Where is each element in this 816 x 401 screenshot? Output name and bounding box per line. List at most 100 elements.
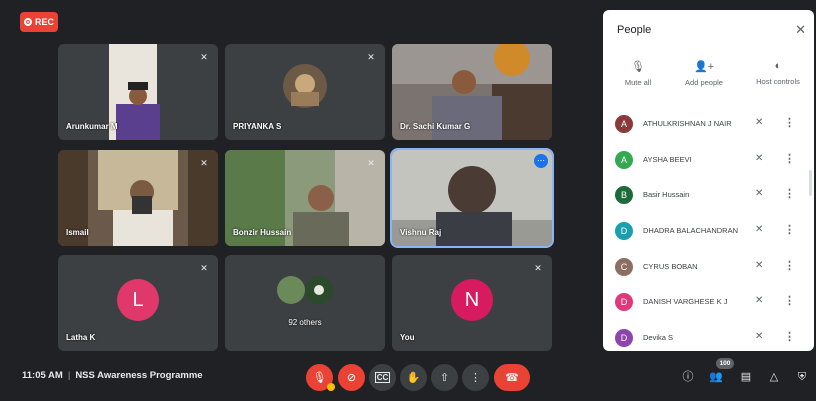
more-vert-icon[interactable]: ⋮ bbox=[784, 187, 795, 200]
chat-icon[interactable]: ▤ bbox=[737, 368, 755, 386]
scrollbar[interactable] bbox=[809, 170, 812, 196]
mic-muted-icon[interactable]: ✕ bbox=[755, 188, 763, 199]
separator: | bbox=[67, 370, 71, 381]
participant-tile[interactable]: Dr. Sachi Kumar G bbox=[392, 44, 552, 140]
others-avatars bbox=[277, 276, 333, 304]
captions-button[interactable]: CC bbox=[369, 364, 396, 391]
list-item[interactable]: D DANISH VARGHESE K J ✕ ⋮ bbox=[603, 284, 814, 320]
mic-muted-icon: ✕ bbox=[200, 263, 208, 273]
person-avatar: A bbox=[615, 150, 633, 169]
meeting-time: 11:05 AM bbox=[22, 370, 63, 381]
host-controls-icon[interactable]: ⛨ bbox=[793, 368, 811, 386]
more-vert-icon[interactable]: ⋮ bbox=[784, 152, 795, 165]
person-avatar: A bbox=[615, 115, 633, 133]
person-avatar: B bbox=[615, 186, 633, 205]
participant-name: Vishnu Raj bbox=[400, 228, 442, 237]
person-name: AYSHA BEEVI bbox=[643, 154, 692, 164]
mic-muted-icon[interactable]: ✕ bbox=[755, 331, 763, 342]
participant-name: PRIYANKA S bbox=[233, 122, 282, 131]
raise-hand-button[interactable]: ✋ bbox=[400, 364, 427, 391]
person-name: Basir Hussain bbox=[643, 190, 690, 200]
more-options-button[interactable]: ⋮ bbox=[462, 364, 489, 391]
camera-button[interactable]: ⊘ bbox=[338, 364, 365, 391]
microphone-button[interactable]: 🎙 bbox=[306, 364, 335, 391]
participant-count-badge: 100 bbox=[716, 358, 734, 369]
mic-muted-icon[interactable]: ✕ bbox=[755, 260, 763, 271]
present-button[interactable]: ⇧ bbox=[431, 364, 458, 391]
people-icon[interactable]: 👥 bbox=[707, 368, 725, 386]
mic-muted-icon[interactable]: ✕ bbox=[755, 295, 763, 306]
hand-icon: ✋ bbox=[406, 372, 421, 384]
participant-name: You bbox=[400, 333, 415, 342]
participant-name: Ismail bbox=[66, 228, 89, 237]
list-item[interactable]: B Basir Hussain ✕ ⋮ bbox=[603, 177, 814, 213]
more-vert-icon[interactable]: ⋮ bbox=[784, 259, 795, 272]
participant-tile[interactable]: ✕ Bonzir Hussain bbox=[225, 150, 385, 246]
activities-icon[interactable]: △ bbox=[765, 368, 783, 386]
participant-tile[interactable]: ✕ Arunkumar M bbox=[58, 44, 218, 140]
participant-name: Bonzir Hussain bbox=[233, 228, 292, 237]
host-controls-button[interactable]: ◐ Host controls bbox=[743, 60, 813, 86]
person-name: DANISH VARGHESE K J bbox=[643, 297, 728, 307]
end-call-button[interactable]: ☎ bbox=[494, 364, 530, 391]
more-options-icon[interactable]: ⋯ bbox=[534, 154, 548, 168]
mic-muted-icon: ✕ bbox=[367, 52, 375, 62]
participant-tile[interactable]: ✕ Ismail bbox=[58, 150, 218, 246]
more-vert-icon[interactable]: ⋮ bbox=[784, 116, 795, 129]
mute-all-button[interactable]: 🎙 Mute all bbox=[603, 60, 673, 87]
person-name: DHADRA BALACHANDRAN bbox=[643, 226, 739, 236]
mic-muted-icon: ✕ bbox=[200, 158, 208, 168]
meet-window: REC ✕ Arunkumar M ✕ PRIYANKA S Dr. Sachi… bbox=[0, 0, 816, 401]
panel-actions: 🎙 Mute all 👤+ Add people ◐ Host controls bbox=[603, 60, 814, 100]
list-item[interactable]: D DHADRA BALACHANDRAN ✕ ⋮ bbox=[603, 213, 814, 249]
others-tile[interactable]: 92 others bbox=[225, 255, 385, 351]
person-name: CYRUS BOBAN bbox=[643, 261, 698, 271]
participant-avatar: L bbox=[117, 279, 159, 321]
mic-muted-icon: ✕ bbox=[534, 263, 542, 273]
meeting-info: 11:05 AM | NSS Awareness Programme bbox=[22, 370, 203, 381]
record-icon bbox=[23, 18, 32, 26]
mic-muted-icon: ✕ bbox=[200, 52, 208, 62]
self-tile[interactable]: N ✕ You bbox=[392, 255, 552, 351]
more-vert-icon: ⋮ bbox=[470, 372, 481, 384]
mic-off-icon: 🎙 bbox=[631, 61, 645, 73]
person-name: Devika S bbox=[643, 333, 674, 343]
more-vert-icon[interactable]: ⋮ bbox=[784, 294, 795, 307]
add-people-label: Add people bbox=[685, 78, 723, 87]
hang-up-icon: ☎ bbox=[505, 372, 519, 384]
video-grid: ✕ Arunkumar M ✕ PRIYANKA S Dr. Sachi Kum… bbox=[58, 44, 554, 351]
captions-icon: CC bbox=[374, 372, 391, 383]
people-panel: People ✕ 🎙 Mute all 👤+ Add people ◐ Host… bbox=[603, 10, 814, 351]
toggle-icon: ◐ bbox=[774, 60, 782, 72]
add-people-button[interactable]: 👤+ Add people bbox=[669, 60, 739, 87]
list-item[interactable]: A AYSHA BEEVI ✕ ⋮ bbox=[603, 142, 814, 178]
host-controls-label: Host controls bbox=[756, 77, 800, 86]
mic-muted-icon[interactable]: ✕ bbox=[755, 117, 763, 128]
more-vert-icon[interactable]: ⋮ bbox=[784, 330, 795, 343]
recording-badge: REC bbox=[20, 12, 58, 32]
list-item[interactable]: A ATHULKRISHNAN J NAIR ✕ ⋮ bbox=[603, 106, 814, 142]
meeting-title: NSS Awareness Programme bbox=[75, 370, 203, 381]
participant-name: Dr. Sachi Kumar G bbox=[400, 122, 471, 131]
mute-all-label: Mute all bbox=[624, 78, 652, 87]
close-icon[interactable]: ✕ bbox=[795, 22, 806, 38]
camera-off-icon: ⊘ bbox=[346, 372, 357, 384]
participant-tile[interactable]: ✕ PRIYANKA S bbox=[225, 44, 385, 140]
present-icon: ⇧ bbox=[439, 372, 450, 384]
mic-muted-icon[interactable]: ✕ bbox=[755, 224, 763, 235]
list-item[interactable]: C CYRUS BOBAN ✕ ⋮ bbox=[603, 249, 814, 285]
participant-tile-active[interactable]: ⋯ Vishnu Raj bbox=[390, 148, 554, 248]
warning-icon bbox=[327, 383, 335, 391]
bottom-bar: 11:05 AM | NSS Awareness Programme 🎙 ⊘ CC … bbox=[0, 355, 816, 401]
recording-label: REC bbox=[34, 17, 54, 27]
person-avatar: D bbox=[615, 293, 633, 312]
list-item[interactable]: D Devika S ✕ ⋮ bbox=[603, 320, 814, 351]
add-person-icon: 👤+ bbox=[693, 61, 715, 73]
mic-off-icon: 🎙 bbox=[312, 372, 327, 384]
participant-name: Arunkumar M bbox=[66, 122, 118, 131]
info-icon[interactable]: ⓘ bbox=[679, 368, 697, 386]
mic-muted-icon[interactable]: ✕ bbox=[755, 153, 763, 164]
others-count: 92 others bbox=[288, 318, 322, 327]
participant-tile[interactable]: L ✕ Latha K bbox=[58, 255, 218, 351]
more-vert-icon[interactable]: ⋮ bbox=[784, 223, 795, 236]
